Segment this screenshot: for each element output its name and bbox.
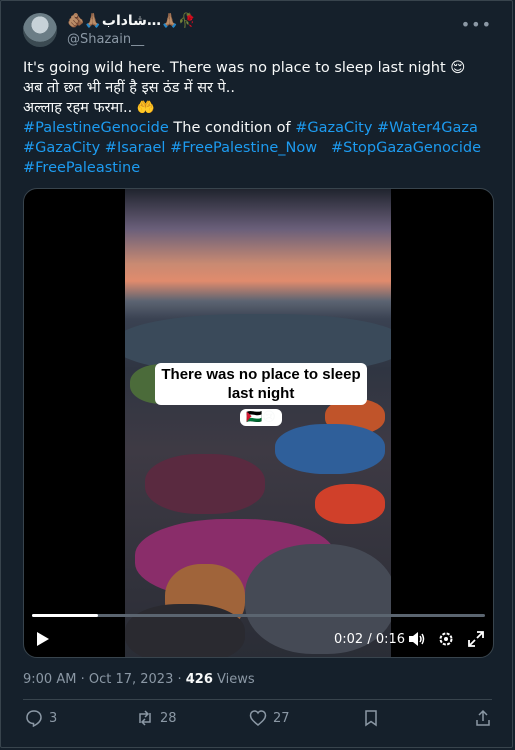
tweet-date[interactable]: Oct 17, 2023 <box>89 672 174 687</box>
tweet-meta: 9:00 AM · Oct 17, 2023 · 426 Views <box>23 672 255 687</box>
tweet-line-3: अल्लाह रहम फरमा.. 🤲 <box>23 100 155 116</box>
meta-separator: · <box>76 672 89 687</box>
settings-icon[interactable] <box>438 631 454 651</box>
tweet-line-5: #GazaCity #Isarael #FreePalestine_Now #S… <box>23 138 493 158</box>
video-scene <box>125 304 391 657</box>
caption-emoji: 🇵🇸😢 <box>240 409 282 426</box>
like-icon <box>249 710 267 726</box>
tweet-header: 🫵🏽🙏🏽شاداب…🙏🏽🥀 @Shazain__ ••• <box>23 13 498 49</box>
share-icon <box>476 709 490 726</box>
hashtag-link[interactable]: #FreePaleastine <box>23 160 140 176</box>
video-time: 0:02 / 0:16 <box>334 632 406 647</box>
bookmark-button[interactable] <box>362 709 380 727</box>
like-count: 27 <box>273 710 290 726</box>
meta-separator: · <box>173 672 186 687</box>
hashtag-link[interactable]: #FreePalestine_Now <box>170 140 317 156</box>
more-icon[interactable]: ••• <box>461 15 492 34</box>
caption-line-1: There was no place to sleep <box>161 366 361 383</box>
reply-icon <box>26 710 42 727</box>
tweet-line-6: #FreePaleastine <box>23 158 493 178</box>
hashtag-link[interactable]: #Water4Gaza <box>377 120 478 136</box>
video-caption: There was no place to sleep last night 🇵… <box>149 363 373 426</box>
tweet-line-4: #PalestineGenocide The condition of #Gaz… <box>23 118 493 138</box>
author-handle[interactable]: @Shazain__ <box>67 32 144 47</box>
author-name[interactable]: 🫵🏽🙏🏽شاداب…🙏🏽🥀 <box>67 13 196 29</box>
views-label: Views <box>212 672 255 687</box>
retweet-count: 28 <box>160 710 177 726</box>
volume-icon[interactable] <box>408 631 426 651</box>
video-frame[interactable]: There was no place to sleep last night 🇵… <box>125 189 391 657</box>
hashtag-link[interactable]: #GazaCity <box>295 120 372 136</box>
tweet-time[interactable]: 9:00 AM <box>23 672 76 687</box>
tweet-line-1: It's going wild here. There was no place… <box>23 60 466 76</box>
action-bar: 3 28 27 <box>23 709 493 737</box>
tweet-card: 🫵🏽🙏🏽شاداب…🙏🏽🥀 @Shazain__ ••• It's going … <box>0 0 513 748</box>
divider <box>23 699 492 700</box>
avatar[interactable] <box>23 13 57 47</box>
tweet-line-2: अब तो छत भी नहीं है इस ठंड में सर पे.. <box>23 80 236 96</box>
tweet-text: It's going wild here. There was no place… <box>23 58 493 178</box>
hashtag-link[interactable]: #PalestineGenocide <box>23 120 169 136</box>
reply-button[interactable]: 3 <box>25 709 57 727</box>
tweet-text-fragment: The condition of <box>168 120 296 136</box>
caption-line-2: last night <box>227 385 295 402</box>
views-count: 426 <box>185 672 213 687</box>
bookmark-icon <box>365 710 377 727</box>
play-icon[interactable] <box>36 631 50 651</box>
hashtag-link[interactable]: #Isarael <box>105 140 166 156</box>
video-progress-fill <box>32 614 99 617</box>
hashtag-link[interactable]: #GazaCity <box>23 140 100 156</box>
share-button[interactable] <box>474 709 492 727</box>
retweet-icon <box>139 710 151 726</box>
like-button[interactable]: 27 <box>249 709 290 727</box>
video-progress-bar[interactable] <box>32 614 485 617</box>
reply-count: 3 <box>49 710 58 726</box>
video-player[interactable]: There was no place to sleep last night 🇵… <box>23 188 494 658</box>
hashtag-link[interactable]: #StopGazaGenocide <box>331 140 481 156</box>
retweet-button[interactable]: 28 <box>136 709 177 727</box>
fullscreen-icon[interactable] <box>468 631 484 651</box>
